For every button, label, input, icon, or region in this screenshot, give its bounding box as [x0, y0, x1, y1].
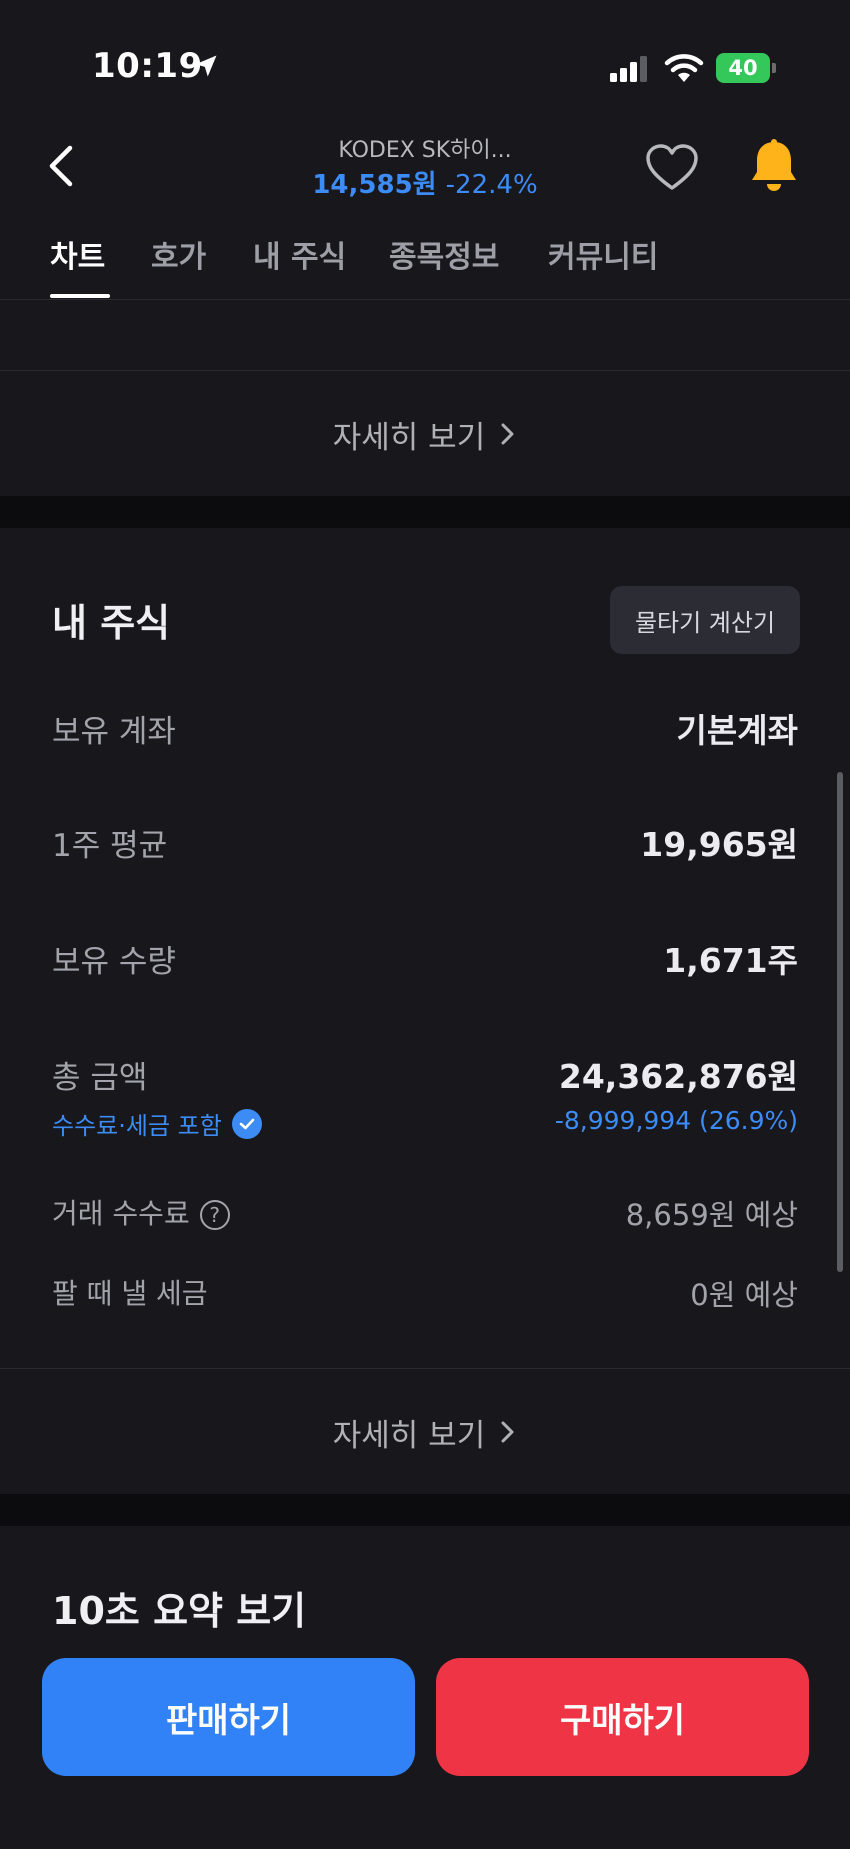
back-button[interactable] — [40, 140, 84, 192]
stock-price-line: 14,585원 -22.4% — [250, 164, 600, 201]
buy-button[interactable]: 구매하기 — [436, 1658, 809, 1776]
current-price: 14,585원 — [312, 170, 437, 200]
tab-orderbook[interactable]: 호가 — [151, 232, 206, 276]
tab-my-stock[interactable]: 내 주식 — [253, 232, 346, 276]
tab-community[interactable]: 커뮤니티 — [548, 232, 658, 276]
chevron-right-icon — [501, 1421, 514, 1443]
divider — [0, 1368, 850, 1369]
upper-section: 자세히 보기 — [0, 300, 850, 496]
trade-fee-label: 거래 수수료 — [52, 1197, 190, 1230]
stock-detail-page: 10:19 40 KODEX SK하이... 14,585원 -22.4% 차트… — [0, 0, 850, 1849]
sell-button[interactable]: 판매하기 — [42, 1658, 415, 1776]
status-bar: 10:19 40 — [0, 0, 850, 120]
chevron-right-icon — [501, 423, 514, 445]
battery-level: 40 — [716, 53, 770, 83]
section-gap — [0, 1494, 850, 1526]
sell-tax-value: 0원 예상 — [690, 1278, 798, 1312]
fee-tag-label: 수수료·세금 포함 — [52, 1112, 222, 1140]
avg-price-value: 19,965원 — [640, 825, 798, 864]
alert-bell-button[interactable] — [748, 138, 800, 194]
trade-fee-row-label[interactable]: 거래 수수료? — [52, 1192, 230, 1232]
cellular-signal-icon — [610, 56, 647, 82]
more-label: 자세히 보기 — [332, 419, 486, 456]
quantity-label: 보유 수량 — [52, 944, 176, 980]
favorite-heart-button[interactable] — [644, 142, 700, 194]
scrollbar[interactable] — [837, 772, 843, 1272]
help-question-icon[interactable]: ? — [199, 1200, 230, 1230]
location-arrow-icon — [195, 55, 217, 77]
trade-fee-value: 8,659원 예상 — [625, 1198, 798, 1232]
my-stock-more-link[interactable]: 자세히 보기 — [0, 1382, 850, 1482]
fee-tax-included-tag[interactable]: 수수료·세금 포함 — [52, 1106, 262, 1141]
status-time: 10:19 — [92, 46, 203, 86]
divider — [0, 370, 850, 371]
price-change: -22.4% — [445, 170, 538, 200]
battery-cap — [772, 63, 776, 73]
averaging-calculator-button[interactable]: 물타기 계산기 — [610, 586, 800, 654]
total-amount-label: 총 금액 — [52, 1060, 148, 1096]
quantity-value: 1,671주 — [663, 941, 798, 980]
upper-more-link[interactable]: 자세히 보기 — [0, 384, 850, 484]
active-tab-indicator — [50, 294, 110, 298]
tab-stock-info[interactable]: 종목정보 — [389, 232, 499, 276]
avg-price-label: 1주 평균 — [52, 828, 168, 864]
my-stock-section: 내 주식 물타기 계산기 보유 계좌 기본계좌 1주 평균 19,965원 보유… — [0, 528, 850, 1494]
action-bar: 판매하기 구매하기 — [0, 1640, 850, 1849]
profit-loss-value: -8,999,994 (26.9%) — [554, 1106, 798, 1135]
account-label: 보유 계좌 — [52, 714, 176, 750]
check-circle-icon — [231, 1108, 262, 1139]
wifi-icon — [664, 54, 704, 82]
account-value: 기본계좌 — [676, 711, 798, 750]
total-amount-value: 24,362,876원 — [558, 1057, 798, 1096]
summary-title[interactable]: 10초 요약 보기 — [52, 1580, 306, 1635]
sell-tax-label: 팔 때 낼 세금 — [52, 1277, 208, 1310]
section-gap — [0, 496, 850, 528]
battery-indicator: 40 — [716, 53, 776, 83]
stock-header: KODEX SK하이... 14,585원 -22.4% — [0, 120, 850, 220]
tab-chart[interactable]: 차트 — [50, 232, 105, 276]
more-label: 자세히 보기 — [332, 1417, 486, 1454]
tab-bar: 차트 호가 내 주식 종목정보 커뮤니티 — [0, 226, 850, 300]
stock-name: KODEX SK하이... — [338, 138, 512, 163]
my-stock-title: 내 주식 — [52, 601, 171, 645]
